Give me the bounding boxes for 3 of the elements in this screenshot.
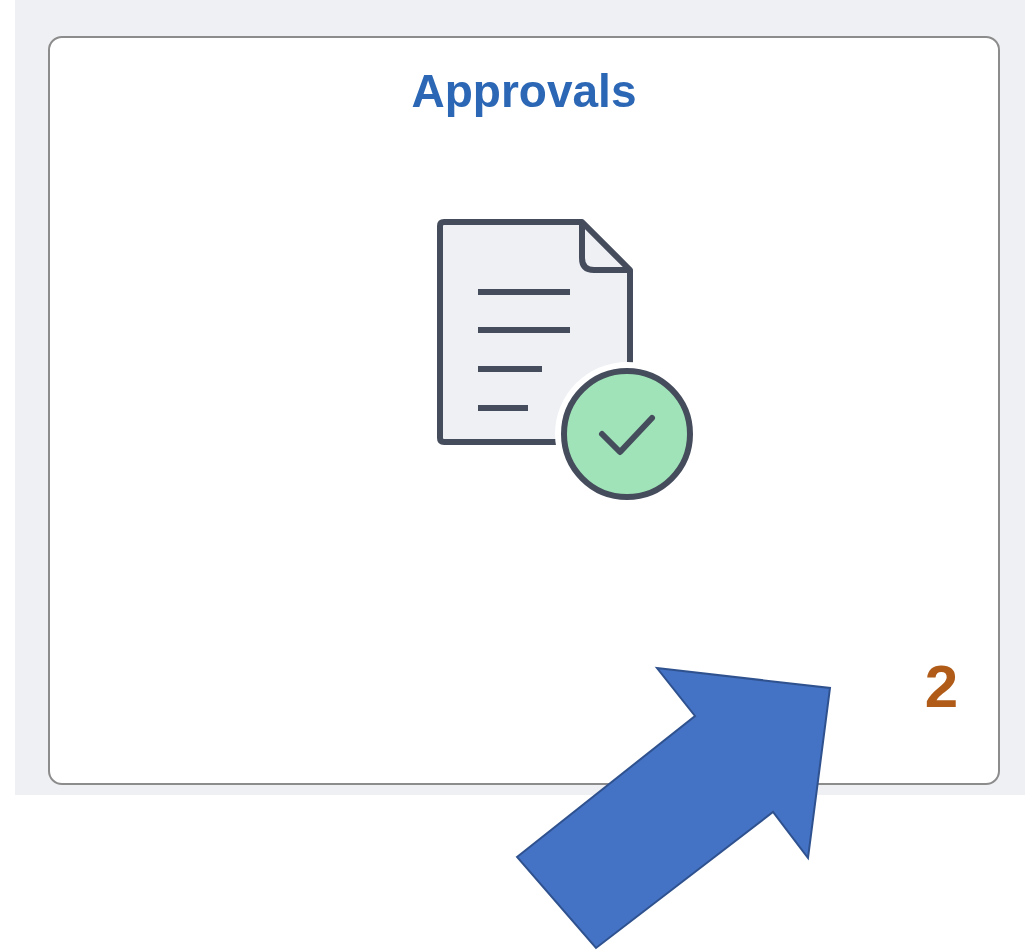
item-count: 2: [924, 652, 958, 721]
approvals-tile[interactable]: Approvals 2: [48, 36, 1000, 785]
tile-title: Approvals: [411, 64, 637, 118]
